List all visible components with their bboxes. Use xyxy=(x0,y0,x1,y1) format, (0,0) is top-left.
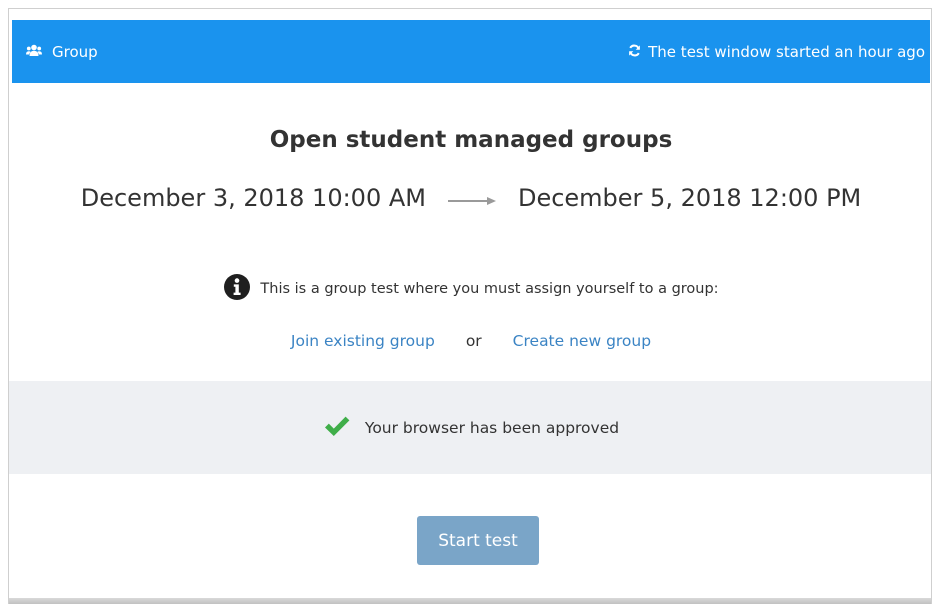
start-test-button[interactable]: Start test xyxy=(417,516,539,565)
header-title: Group xyxy=(52,42,98,61)
info-text: This is a group test where you must assi… xyxy=(260,281,719,297)
test-panel: Group The test window started an hour ag… xyxy=(8,8,932,604)
test-window-status: The test window started an hour ago xyxy=(648,42,925,61)
arrow-right-icon xyxy=(447,184,496,212)
header-left: Group xyxy=(26,43,98,61)
header-right: The test window started an hour ago xyxy=(628,43,925,61)
refresh-icon[interactable] xyxy=(628,43,648,61)
info-icon xyxy=(223,273,260,305)
date-range: December 3, 2018 10:00 AM December 5, 20… xyxy=(9,184,931,212)
users-icon xyxy=(26,43,52,61)
join-existing-group-link[interactable]: Join existing group xyxy=(291,332,435,350)
browser-approval-banner: Your browser has been approved xyxy=(9,381,931,474)
browser-approved-text: Your browser has been approved xyxy=(364,418,620,437)
or-separator: or xyxy=(465,332,482,350)
group-info: This is a group test where you must assi… xyxy=(9,273,931,305)
page-title: Open student managed groups xyxy=(269,127,673,153)
end-date: December 5, 2018 12:00 PM xyxy=(517,184,862,212)
group-options: Join existing group or Create new group xyxy=(9,332,931,350)
create-new-group-link[interactable]: Create new group xyxy=(513,332,651,350)
start-date: December 3, 2018 10:00 AM xyxy=(80,184,426,212)
panel-bottom-edge xyxy=(9,598,931,604)
checkmark-icon xyxy=(323,415,365,441)
group-header: Group The test window started an hour ag… xyxy=(12,20,930,83)
